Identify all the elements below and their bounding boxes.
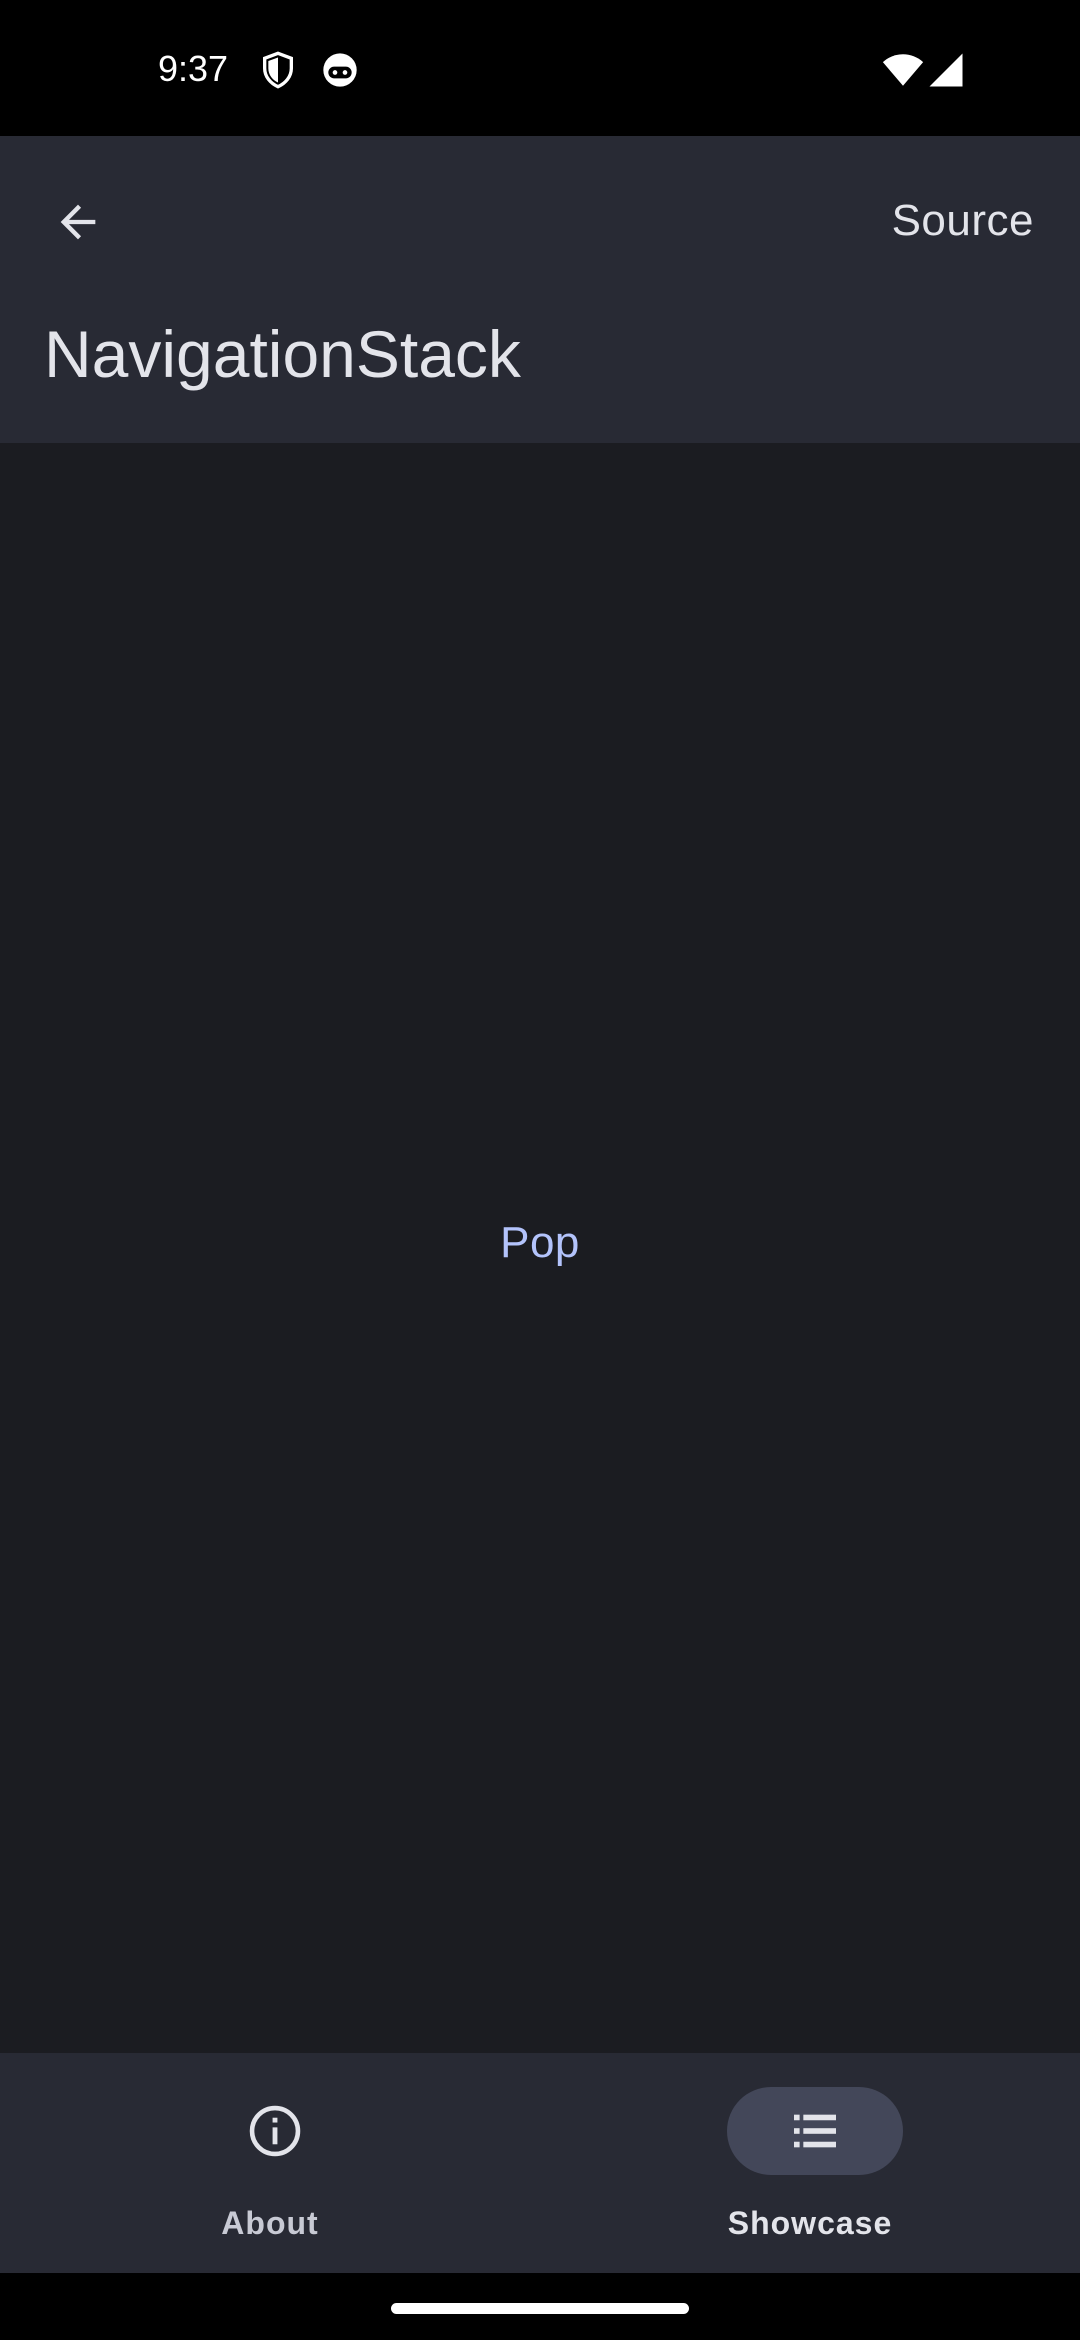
nav-item-about[interactable]: About — [0, 2053, 540, 2273]
wifi-icon — [882, 52, 924, 88]
info-icon — [249, 2105, 301, 2157]
nav-indicator-showcase — [727, 2087, 903, 2175]
back-button[interactable] — [36, 180, 120, 264]
app-screen: 9:37 Source NavigationStack Pop About Sh… — [0, 0, 1080, 2340]
arrow-back-icon — [60, 204, 96, 240]
status-time: 9:37 — [158, 48, 229, 89]
nav-label-showcase: Showcase — [727, 2205, 893, 2241]
gesture-nav-area — [0, 2273, 1080, 2340]
nav-item-showcase[interactable]: Showcase — [540, 2053, 1080, 2273]
nav-indicator-about — [187, 2087, 363, 2175]
signal-icon — [928, 52, 964, 88]
content-area: Pop — [0, 443, 1080, 2053]
shield-icon — [258, 50, 298, 90]
top-app-bar — [0, 136, 1080, 443]
home-gesture-handle[interactable] — [391, 2303, 689, 2314]
list-icon — [794, 2114, 836, 2148]
status-bar: 9:37 — [0, 0, 1080, 136]
page-title: NavigationStack — [44, 317, 521, 391]
source-button[interactable]: Source — [892, 196, 1034, 246]
nav-label-about: About — [221, 2205, 319, 2241]
bottom-navigation-bar: About Showcase — [0, 2053, 1080, 2273]
pop-button[interactable]: Pop — [440, 1193, 640, 1293]
face-icon — [320, 50, 360, 90]
